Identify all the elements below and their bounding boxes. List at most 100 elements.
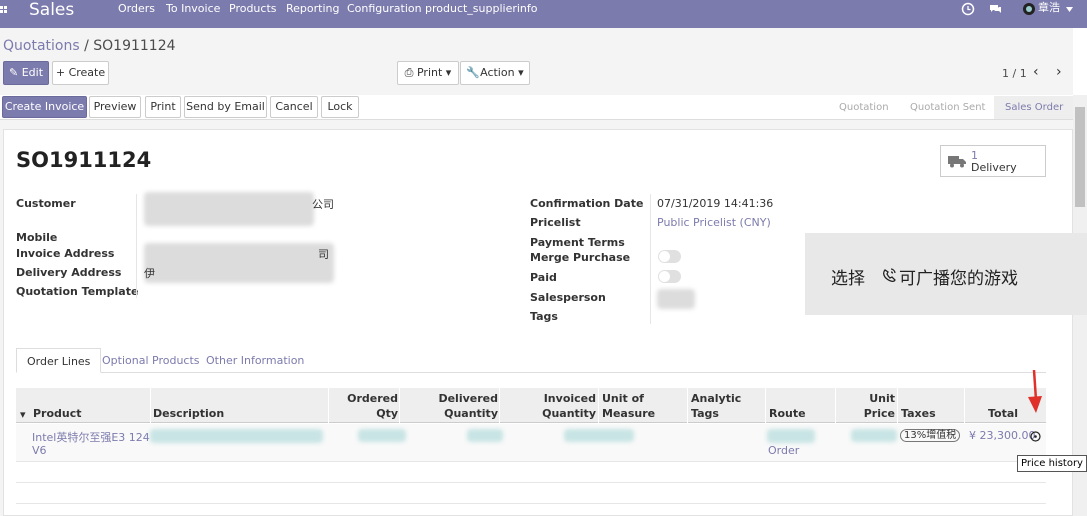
col-delivered-qty-l2: Quantity: [444, 407, 498, 420]
tax-badge: 13%增值税: [900, 429, 961, 442]
col-invoiced-qty[interactable]: Invoiced Quantity: [500, 391, 596, 421]
col-product[interactable]: Product: [33, 406, 82, 421]
col-unit-price-l2: Price: [863, 407, 895, 420]
col-delivered-qty[interactable]: Delivered Quantity: [400, 391, 498, 421]
pager-next-icon[interactable]: ›: [1056, 64, 1062, 80]
wrench-icon: 🔧: [466, 66, 481, 79]
print-label: Print: [416, 66, 443, 79]
row-delivered-qty-redacted: [467, 429, 503, 442]
menu-product-supplierinfo[interactable]: product_supplierinfo: [425, 2, 538, 16]
column-separator: [328, 388, 329, 423]
col-analytic-l2: Tags: [691, 407, 719, 420]
row-description-redacted: [150, 429, 323, 443]
col-delivered-qty-l1: Delivered: [438, 392, 498, 405]
edit-button[interactable]: ✎ Edit: [3, 61, 49, 85]
order-title: SO1911124: [16, 148, 152, 172]
row-route-redacted: [767, 429, 815, 443]
invoice-address-suffix[interactable]: 司: [318, 246, 329, 262]
menu-products[interactable]: Products: [229, 2, 277, 16]
col-invoiced-qty-l1: Invoiced: [543, 392, 596, 405]
apps-grid-icon[interactable]: [0, 6, 12, 18]
clock-icon[interactable]: [961, 2, 975, 16]
empty-row-line: [16, 482, 1046, 483]
delivery-address-prefix[interactable]: 伊: [144, 265, 155, 281]
col-total[interactable]: Total: [988, 406, 1018, 421]
menu-orders[interactable]: Orders: [118, 2, 155, 16]
salesperson-label: Salesperson: [530, 291, 606, 304]
column-separator: [765, 388, 766, 423]
column-separator: [150, 388, 151, 423]
row-unit-price-redacted: [851, 429, 897, 442]
create-invoice-button[interactable]: Create Invoice: [2, 96, 87, 118]
tab-other-information[interactable]: Other Information: [196, 348, 314, 373]
column-separator: [499, 388, 500, 423]
row-product-line1[interactable]: Intel英特尔至强E3 124: [32, 429, 150, 445]
quotation-template-label: Quotation Template: [16, 285, 139, 298]
menu-reporting[interactable]: Reporting: [286, 2, 339, 16]
column-separator: [598, 388, 599, 423]
paid-toggle[interactable]: [658, 270, 681, 283]
edit-label: Edit: [21, 66, 44, 79]
overlay-text: 选择 可广播您的游戏: [831, 264, 1018, 289]
col-invoiced-qty-l2: Quantity: [542, 407, 596, 420]
printer-icon: ⎙: [404, 66, 414, 79]
menu-to-invoice[interactable]: To Invoice: [166, 2, 220, 16]
col-ordered-qty[interactable]: Ordered Qty: [330, 391, 398, 421]
pencil-icon: ✎: [8, 66, 19, 79]
lock-button[interactable]: Lock: [321, 96, 359, 118]
send-by-email-button[interactable]: Send by Email: [184, 96, 267, 118]
col-uom-l2: Measure: [602, 407, 656, 420]
pager-value[interactable]: 1 / 1: [1002, 67, 1027, 80]
paid-label: Paid: [530, 271, 557, 284]
tab-optional-products[interactable]: Optional Products: [92, 348, 210, 373]
customer-value-suffix[interactable]: 公司: [312, 196, 334, 212]
row-total: ¥ 23,300.00: [969, 429, 1036, 442]
field-divider: [650, 194, 651, 324]
price-history-icon[interactable]: [1030, 431, 1041, 442]
create-label: Create: [68, 66, 106, 79]
delivery-address-label: Delivery Address: [16, 266, 122, 279]
user-name[interactable]: 章浩: [1038, 1, 1060, 15]
customer-redacted: [144, 192, 314, 226]
menu-configuration[interactable]: Configuration: [347, 2, 422, 16]
stage-quotation[interactable]: Quotation: [839, 96, 889, 119]
price-history-tooltip: Price history: [1017, 455, 1087, 472]
scrollbar-thumb[interactable]: [1075, 107, 1085, 207]
row-product-line2[interactable]: V6: [32, 444, 47, 457]
action-dropdown[interactable]: 🔧Action ▾: [460, 61, 530, 85]
print-dropdown[interactable]: ⎙ Print ▾: [397, 61, 459, 85]
print-button[interactable]: Print: [145, 96, 181, 118]
delivery-smart-button[interactable]: 1 Delivery: [940, 145, 1046, 177]
breadcrumb-current: SO1911124: [93, 38, 176, 54]
stage-quotation-sent[interactable]: Quotation Sent: [910, 96, 985, 119]
cancel-button[interactable]: Cancel: [270, 96, 318, 118]
preview-button[interactable]: Preview: [89, 96, 141, 118]
col-analytic-tags[interactable]: Analytic Tags: [691, 391, 741, 421]
merge-purchase-toggle[interactable]: [658, 250, 681, 263]
col-unit-of-measure[interactable]: Unit of Measure: [602, 391, 655, 421]
column-separator: [687, 388, 688, 423]
game-bar-overlay[interactable]: 选择 可广播您的游戏: [805, 233, 1087, 315]
col-description[interactable]: Description: [153, 406, 224, 421]
row-ordered-qty-redacted: [358, 429, 406, 442]
create-button[interactable]: + Create: [52, 61, 109, 85]
pager-prev-icon[interactable]: ‹: [1033, 64, 1039, 80]
chat-icon[interactable]: [988, 2, 1002, 16]
stage-sales-order[interactable]: Sales Order: [994, 96, 1075, 119]
col-route[interactable]: Route: [769, 406, 806, 421]
breadcrumb-quotations[interactable]: Quotations: [3, 38, 80, 54]
truck-icon: [948, 156, 966, 168]
pricelist-value[interactable]: Public Pricelist (CNY): [657, 216, 771, 229]
row-route-suffix[interactable]: Order: [768, 444, 799, 457]
broadcast-icon: [883, 268, 896, 283]
sort-caret-icon[interactable]: ▾: [20, 407, 26, 422]
col-unit-price[interactable]: Unit Price: [836, 391, 895, 421]
scroll-gutter: [1073, 28, 1087, 95]
column-separator: [835, 388, 836, 423]
chevron-down-icon: [1066, 7, 1073, 12]
field-divider: [136, 194, 137, 298]
avatar[interactable]: [1023, 3, 1035, 15]
tab-order-lines[interactable]: Order Lines: [16, 348, 102, 373]
address-redacted: [144, 243, 334, 283]
col-taxes[interactable]: Taxes: [901, 406, 936, 421]
